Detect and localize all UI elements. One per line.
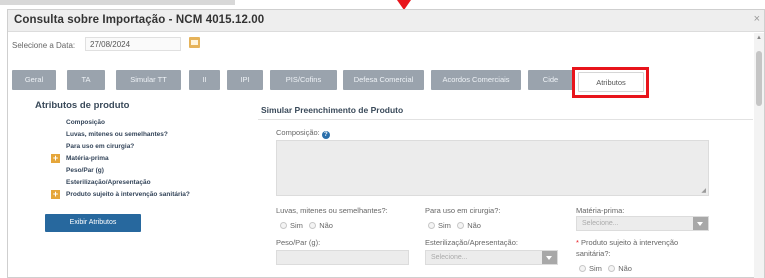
- highlight-box: [572, 67, 649, 98]
- materia-prima-select[interactable]: Selecione...: [576, 216, 709, 231]
- materia-prima-label: Matéria-prima:: [576, 206, 625, 215]
- calendar-icon[interactable]: [189, 37, 200, 48]
- attr-peso: Peso/Par (g): [66, 167, 104, 174]
- cirurgia-label: Para uso em cirurgia?:: [425, 206, 501, 215]
- luvas-radio-group: Sim Não: [280, 221, 333, 230]
- esterilizacao-placeholder: Selecione...: [431, 254, 468, 261]
- materia-prima-placeholder: Selecione...: [582, 220, 619, 227]
- radio-sim[interactable]: [579, 265, 586, 272]
- scroll-up-icon[interactable]: ▲: [756, 35, 762, 41]
- scrollbar[interactable]: ▲: [754, 33, 764, 278]
- attributes-title: Atributos de produto: [35, 100, 130, 111]
- radio-nao-label: Não: [618, 264, 632, 273]
- luvas-label: Luvas, mitenes ou semelhantes?:: [276, 206, 388, 215]
- tab-ii[interactable]: II: [189, 70, 220, 90]
- radio-nao[interactable]: [608, 265, 616, 272]
- cirurgia-radio-group: Sim Não: [428, 221, 481, 230]
- attr-materia-prima[interactable]: Matéria-prima: [66, 155, 109, 162]
- tab-defesa-comercial[interactable]: Defesa Comercial: [343, 70, 424, 90]
- radio-sim-label: Sim: [290, 221, 303, 230]
- tab-acordos-comerciais[interactable]: Acordos Comerciais: [431, 70, 521, 90]
- background-bar: [0, 0, 235, 5]
- radio-nao-label: Não: [319, 221, 333, 230]
- radio-nao-label: Não: [467, 221, 481, 230]
- attr-luvas: Luvas, mitenes ou semelhantes?: [66, 131, 168, 138]
- sanitaria-label: * Produto sujeito à intervenção: [576, 238, 678, 247]
- radio-nao[interactable]: [457, 222, 465, 229]
- attr-composicao: Composição: [66, 119, 106, 126]
- expand-plus-icon[interactable]: +: [51, 190, 60, 199]
- attr-intervencao-sanitaria[interactable]: Produto sujeito à intervenção sanitária?: [66, 191, 190, 198]
- simulate-title: Simular Preenchimento de Produto: [261, 105, 404, 115]
- resize-grip-icon[interactable]: ◢: [701, 187, 706, 194]
- sanitaria-radio-group: Sim Não: [579, 264, 632, 273]
- modal-title: Consulta sobre Importação - NCM 4015.12.…: [14, 14, 265, 26]
- composicao-label-text: Composição:: [276, 128, 320, 137]
- tab-ipi[interactable]: IPI: [227, 70, 263, 90]
- radio-sim[interactable]: [428, 222, 435, 229]
- scrollbar-thumb[interactable]: [756, 51, 762, 106]
- tab-geral[interactable]: Geral: [12, 70, 56, 90]
- exibir-atributos-button[interactable]: Exibir Atributos: [45, 214, 141, 232]
- sanitaria-label-line2: sanitária?:: [576, 249, 611, 258]
- tab-simular-tt[interactable]: Simular TT: [116, 70, 181, 90]
- modal-header: Consulta sobre Importação - NCM 4015.12.…: [8, 10, 764, 32]
- attr-esterilizacao: Esterilização/Apresentação: [66, 179, 151, 186]
- radio-sim[interactable]: [280, 222, 287, 229]
- chevron-down-icon[interactable]: [542, 251, 557, 264]
- tab-cide[interactable]: Cide: [528, 70, 573, 90]
- date-label: Selecione a Data:: [12, 41, 76, 50]
- radio-sim-label: Sim: [589, 264, 602, 273]
- peso-input[interactable]: [276, 250, 409, 265]
- divider: [258, 119, 753, 120]
- radio-nao[interactable]: [309, 222, 317, 229]
- close-icon[interactable]: ×: [754, 13, 760, 25]
- sanitaria-label-line1: Produto sujeito à intervenção: [581, 238, 679, 247]
- esterilizacao-select[interactable]: Selecione...: [425, 250, 558, 265]
- help-icon[interactable]: ?: [321, 131, 330, 139]
- chevron-down-icon[interactable]: [693, 217, 708, 230]
- composicao-textarea[interactable]: ◢: [276, 140, 709, 196]
- top-strip: [0, 0, 765, 7]
- composicao-label: Composição: ?: [276, 128, 330, 139]
- attr-cirurgia: Para uso em cirurgia?: [66, 143, 135, 150]
- date-input[interactable]: 27/08/2024: [85, 37, 181, 51]
- peso-label: Peso/Par (g):: [276, 238, 321, 247]
- tab-ta[interactable]: TA: [67, 70, 105, 90]
- screen: Consulta sobre Importação - NCM 4015.12.…: [0, 0, 765, 278]
- expand-plus-icon[interactable]: +: [51, 154, 60, 163]
- esterilizacao-label: Esterilização/Apresentação:: [425, 238, 518, 247]
- attributes-panel: Atributos de produto Composição Luvas, m…: [28, 100, 228, 199]
- required-mark: *: [576, 238, 579, 247]
- tab-pis-cofins[interactable]: PIS/Cofins: [270, 70, 337, 90]
- radio-sim-label: Sim: [438, 221, 451, 230]
